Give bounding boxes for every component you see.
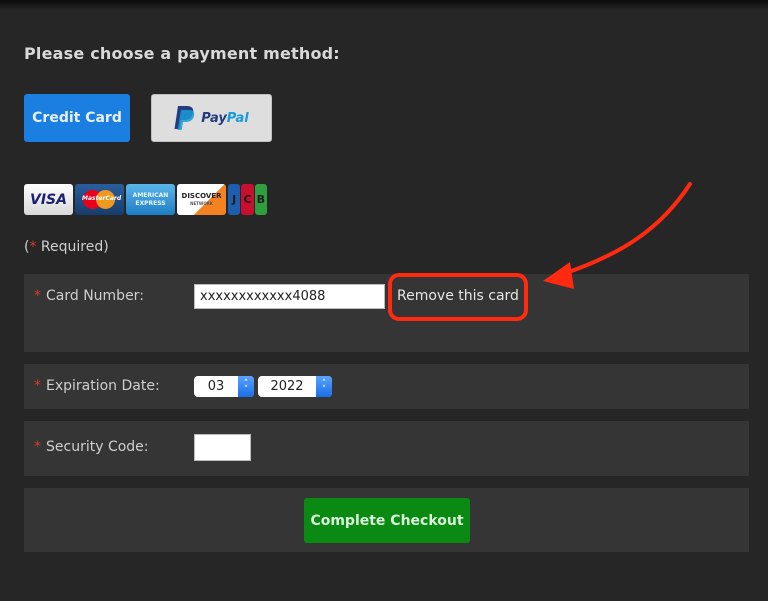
security-code-row: * Security Code: [24, 421, 749, 476]
expiration-label: * Expiration Date: [34, 378, 160, 394]
jcb-c: C [241, 184, 254, 215]
security-code-label: * Security Code: [34, 439, 149, 455]
accepted-cards: VISA MasterCard AMERICAN EXPRESS DISCOVER… [24, 184, 267, 215]
annotation-arrow-shaft [558, 182, 692, 277]
remove-card-link[interactable]: Remove this card [397, 288, 519, 304]
paypal-wordmark: PayPal [201, 111, 248, 126]
discover-text: DISCOVER [181, 191, 222, 200]
discover-logo-icon: DISCOVER NETWORK [177, 184, 226, 215]
paypal-button[interactable]: PayPal [151, 94, 272, 142]
expiration-label-text: Expiration Date: [46, 378, 160, 394]
required-star: * [34, 439, 41, 455]
select-updown-icon: ˄ ˅ [316, 376, 332, 397]
jcb-b: B [254, 184, 267, 215]
required-star: * [34, 378, 41, 394]
expiration-year-select[interactable]: 2022 ˄ ˅ [258, 376, 332, 397]
credit-card-button[interactable]: Credit Card [24, 94, 130, 142]
visa-logo-icon: VISA [24, 184, 73, 215]
card-number-label: * Card Number: [34, 288, 144, 304]
paypal-logo-icon [174, 106, 195, 130]
required-text: Required) [36, 239, 109, 255]
amex-line1: AMERICAN [132, 191, 169, 199]
top-shadow [0, 0, 768, 10]
security-code-label-text: Security Code: [46, 439, 149, 455]
card-number-row: * Card Number: Remove this card [24, 274, 749, 352]
required-note: (* Required) [24, 239, 109, 255]
expiration-row: * Expiration Date: 03 ˄ ˅ 2022 ˄ ˅ [24, 364, 749, 409]
jcb-logo-icon: J C B [228, 184, 267, 215]
expiration-year-value: 2022 [270, 379, 304, 394]
select-updown-icon: ˄ ˅ [238, 376, 254, 397]
expiration-month-value: 03 [207, 379, 225, 394]
card-number-input[interactable] [194, 284, 385, 309]
paypal-pal-text: Pal [226, 110, 249, 126]
expiration-month-select[interactable]: 03 ˄ ˅ [194, 376, 254, 397]
discover-subtext: NETWORK [190, 200, 213, 206]
card-number-label-text: Card Number: [46, 288, 144, 304]
checkout-row: Complete Checkout [24, 488, 749, 552]
mastercard-logo-icon: MasterCard [75, 184, 124, 215]
jcb-j: J [228, 184, 241, 215]
amex-line2: EXPRESS [135, 199, 166, 207]
amex-logo-icon: AMERICAN EXPRESS [126, 184, 175, 215]
paypal-pay-text: Pay [201, 110, 227, 126]
required-star: * [34, 288, 41, 304]
page-heading: Please choose a payment method: [24, 44, 340, 63]
mastercard-text: MasterCard [82, 195, 122, 202]
security-code-input[interactable] [194, 434, 251, 461]
complete-checkout-button[interactable]: Complete Checkout [304, 498, 470, 543]
